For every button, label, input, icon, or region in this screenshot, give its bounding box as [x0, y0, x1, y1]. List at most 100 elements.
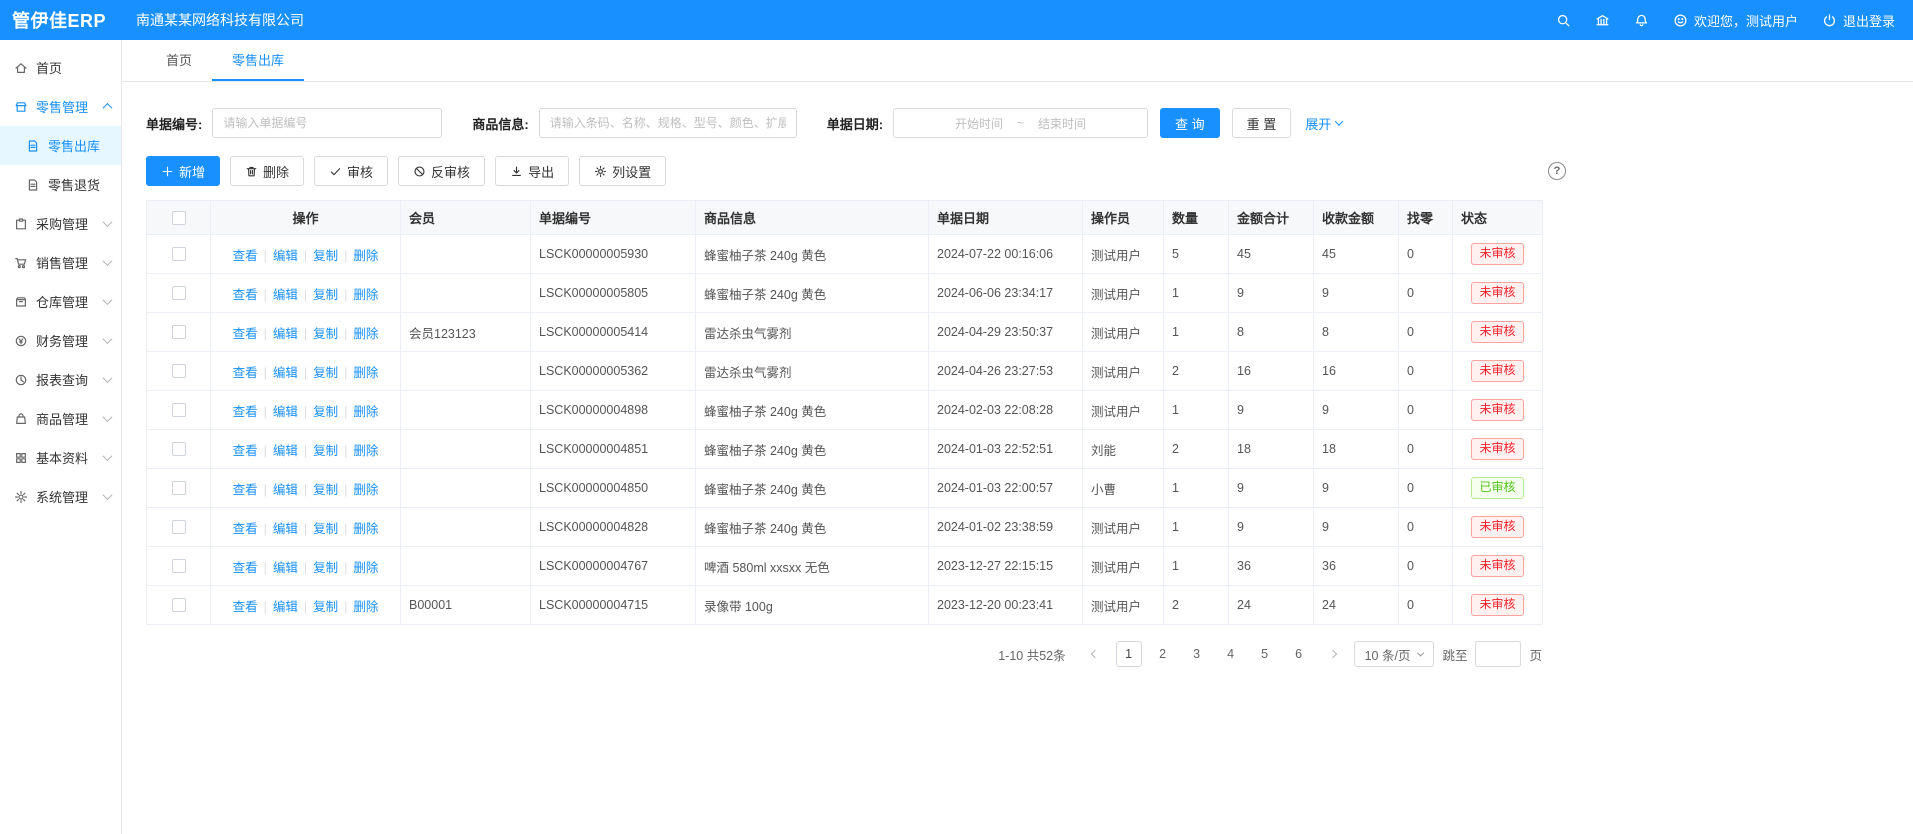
notifications-button[interactable]: [1634, 13, 1649, 28]
row-action-edit[interactable]: 编辑: [273, 327, 298, 341]
row-checkbox[interactable]: [172, 481, 186, 495]
cell-qty: 1: [1164, 508, 1229, 547]
reset-button[interactable]: 重 置: [1232, 108, 1292, 138]
sidebar-item-warehouse[interactable]: 仓库管理: [0, 282, 121, 321]
search-button[interactable]: [1556, 13, 1571, 28]
row-action-edit[interactable]: 编辑: [273, 522, 298, 536]
sidebar-item-basic[interactable]: 基本资料: [0, 438, 121, 477]
row-action-edit[interactable]: 编辑: [273, 405, 298, 419]
page-number-4[interactable]: 4: [1218, 641, 1244, 667]
row-action-edit[interactable]: 编辑: [273, 483, 298, 497]
date-range-picker[interactable]: 开始时间 ~ 结束时间: [893, 108, 1148, 138]
tab-home[interactable]: 首页: [146, 40, 212, 81]
row-action-copy[interactable]: 复制: [313, 249, 338, 263]
row-action-view[interactable]: 查看: [233, 288, 258, 302]
row-action-copy[interactable]: 复制: [313, 366, 338, 380]
row-action-edit[interactable]: 编辑: [273, 600, 298, 614]
row-checkbox[interactable]: [172, 520, 186, 534]
jump-page-input[interactable]: [1475, 641, 1521, 667]
cell-status: 已审核: [1453, 469, 1543, 508]
row-action-edit[interactable]: 编辑: [273, 288, 298, 302]
row-action-view[interactable]: 查看: [233, 561, 258, 575]
row-action-edit[interactable]: 编辑: [273, 561, 298, 575]
page-size-select[interactable]: 10 条/页: [1354, 641, 1435, 667]
row-action-delete[interactable]: 删除: [353, 600, 378, 614]
row-checkbox[interactable]: [172, 286, 186, 300]
row-action-view[interactable]: 查看: [233, 600, 258, 614]
next-page-button[interactable]: [1320, 641, 1346, 667]
search-submit-button[interactable]: 查 询: [1160, 108, 1220, 138]
row-action-copy[interactable]: 复制: [313, 327, 338, 341]
cell-status: 未审核: [1453, 352, 1543, 391]
sidebar-item-goods[interactable]: 商品管理: [0, 399, 121, 438]
row-action-delete[interactable]: 删除: [353, 483, 378, 497]
sidebar-item-home[interactable]: 首页: [0, 48, 121, 87]
row-action-delete[interactable]: 删除: [353, 327, 378, 341]
row-action-delete[interactable]: 删除: [353, 405, 378, 419]
row-checkbox[interactable]: [172, 325, 186, 339]
sidebar-item-purchase[interactable]: 采购管理: [0, 204, 121, 243]
product-input[interactable]: [539, 108, 797, 138]
page-number-1[interactable]: 1: [1116, 641, 1142, 667]
page-number-2[interactable]: 2: [1150, 641, 1176, 667]
action-separator: |: [264, 483, 267, 497]
row-action-view[interactable]: 查看: [233, 444, 258, 458]
sidebar-item-sales[interactable]: 销售管理: [0, 243, 121, 282]
row-checkbox[interactable]: [172, 559, 186, 573]
add-button[interactable]: 新增: [146, 156, 220, 186]
row-checkbox[interactable]: [172, 247, 186, 261]
bill-no-input[interactable]: [212, 108, 442, 138]
row-action-delete[interactable]: 删除: [353, 522, 378, 536]
help-button[interactable]: ?: [1548, 162, 1566, 180]
prev-page-button[interactable]: [1082, 641, 1108, 667]
row-action-delete[interactable]: 删除: [353, 288, 378, 302]
row-action-view[interactable]: 查看: [233, 366, 258, 380]
expand-filters-link[interactable]: 展开: [1305, 114, 1342, 133]
row-action-copy[interactable]: 复制: [313, 561, 338, 575]
row-action-delete[interactable]: 删除: [353, 366, 378, 380]
row-action-delete[interactable]: 删除: [353, 444, 378, 458]
sidebar-item-system[interactable]: 系统管理: [0, 477, 121, 516]
row-action-copy[interactable]: 复制: [313, 483, 338, 497]
row-action-view[interactable]: 查看: [233, 405, 258, 419]
row-action-view[interactable]: 查看: [233, 522, 258, 536]
page-number-6[interactable]: 6: [1286, 641, 1312, 667]
user-welcome[interactable]: 欢迎您，测试用户: [1673, 11, 1798, 30]
row-action-copy[interactable]: 复制: [313, 444, 338, 458]
row-action-view[interactable]: 查看: [233, 249, 258, 263]
delete-button[interactable]: 删除: [230, 156, 304, 186]
row-action-delete[interactable]: 删除: [353, 561, 378, 575]
row-action-copy[interactable]: 复制: [313, 405, 338, 419]
sidebar-item-reports[interactable]: 报表查询: [0, 360, 121, 399]
row-checkbox[interactable]: [172, 598, 186, 612]
row-action-edit[interactable]: 编辑: [273, 249, 298, 263]
row-checkbox[interactable]: [172, 364, 186, 378]
row-action-copy[interactable]: 复制: [313, 522, 338, 536]
column-header-4: 单据日期: [929, 201, 1083, 235]
audit-button[interactable]: 审核: [314, 156, 388, 186]
logout-button[interactable]: 退出登录: [1822, 11, 1895, 30]
column-header-7: 金额合计: [1229, 201, 1314, 235]
sidebar-item-retail-outbound[interactable]: 零售出库: [0, 126, 121, 165]
home-shortcut-button[interactable]: [1595, 13, 1610, 28]
sidebar-item-finance[interactable]: 财务管理: [0, 321, 121, 360]
sidebar-item-retail[interactable]: 零售管理: [0, 87, 121, 126]
row-action-edit[interactable]: 编辑: [273, 444, 298, 458]
columns-button[interactable]: 列设置: [579, 156, 666, 186]
row-checkbox[interactable]: [172, 403, 186, 417]
unaudit-button[interactable]: 反审核: [398, 156, 485, 186]
chevron-down-icon: [1417, 649, 1424, 656]
row-action-delete[interactable]: 删除: [353, 249, 378, 263]
tab-retail-outbound[interactable]: 零售出库: [212, 40, 304, 81]
page-number-3[interactable]: 3: [1184, 641, 1210, 667]
page-number-5[interactable]: 5: [1252, 641, 1278, 667]
row-action-copy[interactable]: 复制: [313, 288, 338, 302]
row-action-copy[interactable]: 复制: [313, 600, 338, 614]
sidebar-item-retail-return[interactable]: 零售退货: [0, 165, 121, 204]
row-action-edit[interactable]: 编辑: [273, 366, 298, 380]
row-action-view[interactable]: 查看: [233, 483, 258, 497]
select-all-checkbox[interactable]: [172, 211, 186, 225]
export-button[interactable]: 导出: [495, 156, 569, 186]
row-checkbox[interactable]: [172, 442, 186, 456]
row-action-view[interactable]: 查看: [233, 327, 258, 341]
